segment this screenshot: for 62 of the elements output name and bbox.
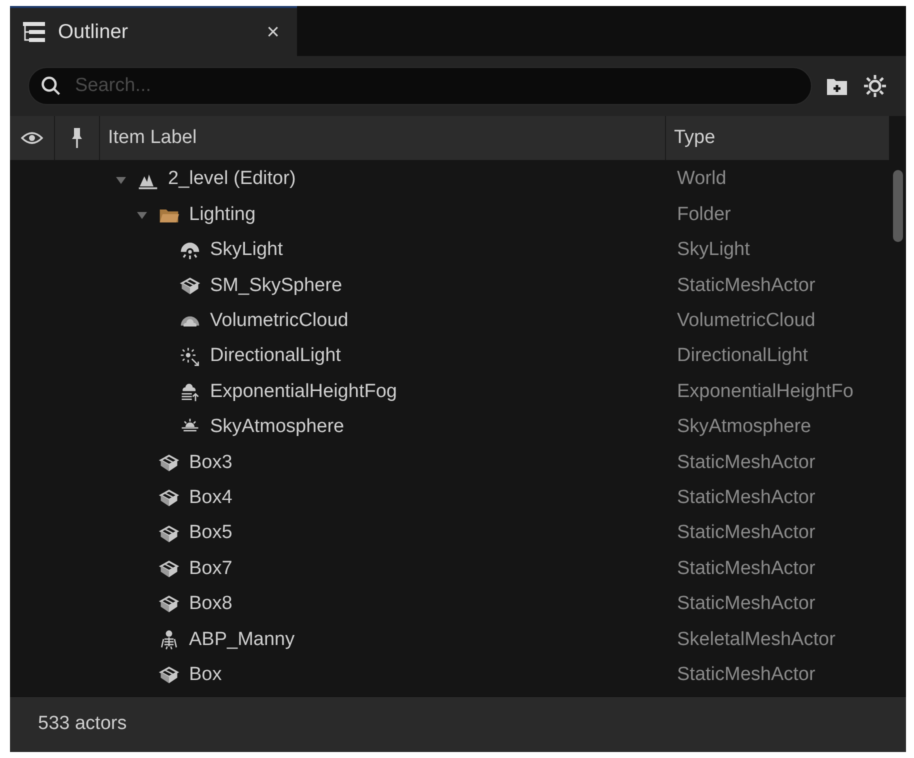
item-type: StaticMeshActor [676,662,816,687]
item-label: 2_level (Editor) [168,167,296,192]
item-label: SkyLight [210,238,283,262]
item-type: SkyLight [676,238,750,262]
item-label: ExponentialHeightFog [210,380,397,404]
type-column-header[interactable]: Type [666,116,889,160]
item-type: SkyAtmosphere [676,415,812,440]
actor-count: 533 actors [38,712,127,736]
item-label: VolumetricCloud [210,309,348,333]
item-type: StaticMeshActor [676,592,816,616]
scrollbar-thumb[interactable] [892,170,902,242]
directional-light-icon [179,346,201,368]
tab-title: Outliner [58,20,130,45]
item-type: StaticMeshActor [676,486,816,510]
item-label: Box8 [189,592,232,616]
item-type: StaticMeshActor [676,521,816,546]
outliner-row[interactable]: ABP_Manny SkeletalMeshActor [10,622,889,658]
item-type: SkeletalMeshActor [676,628,836,652]
item-label: Box3 [189,450,232,475]
expanded-arrow-icon[interactable] [136,209,148,222]
item-type: ExponentialHeightFo [676,380,854,404]
outliner-row[interactable]: SM_SkySphere StaticMeshActor [10,268,889,304]
item-type: Folder [676,202,731,227]
close-tab-button[interactable]: × [261,21,285,43]
item-label: SkyAtmosphere [210,415,344,440]
item-label-column-header[interactable]: Item Label [100,116,666,160]
outliner-row[interactable]: 2_level (Editor) World [10,162,889,198]
outliner-row[interactable]: Lighting Folder [10,197,889,233]
outliner-row[interactable]: Box7 StaticMeshActor [10,551,889,587]
outliner-row[interactable]: ExponentialHeightFog ExponentialHeightFo [10,374,889,410]
item-label: Box4 [189,486,232,510]
outliner-row[interactable]: Box StaticMeshActor [10,657,889,693]
item-type: StaticMeshActor [676,556,816,581]
outliner-row[interactable]: VolumetricCloud VolumetricCloud [10,304,889,339]
fog-icon [179,381,201,404]
settings-button[interactable] [862,73,888,99]
item-label: ABP_Manny [189,628,295,652]
search-icon [40,75,62,97]
outliner-row[interactable]: Box8 StaticMeshActor [10,586,889,622]
item-label: Lighting [189,202,256,227]
item-label: Box [189,662,222,687]
outliner-row[interactable]: Box5 StaticMeshActor [10,516,889,552]
outliner-row[interactable]: Box3 StaticMeshActor [10,445,889,481]
skeleton-icon [158,628,180,651]
outliner-row[interactable]: Box4 StaticMeshActor [10,480,889,516]
eye-icon[interactable] [21,131,43,145]
item-label: Box7 [189,556,232,581]
outliner-row[interactable]: DirectionalLight DirectionalLight [10,338,889,374]
item-type: DirectionalLight [676,344,808,368]
outliner-icon [22,21,46,43]
item-type: VolumetricCloud [676,309,816,333]
item-label: DirectionalLight [210,344,341,368]
item-label: Box5 [189,521,232,546]
item-type: World [676,167,726,192]
item-type: StaticMeshActor [676,274,816,298]
outliner-tab[interactable]: Outliner × [10,6,297,56]
outliner-row[interactable]: SkyAtmosphere SkyAtmosphere [10,410,889,446]
search-field[interactable]: Search... [28,67,812,105]
item-type: StaticMeshActor [676,450,816,475]
pin-icon[interactable] [71,127,83,149]
outliner-row[interactable]: SkyLight SkyLight [10,232,889,268]
item-label: SM_SkySphere [210,274,342,298]
